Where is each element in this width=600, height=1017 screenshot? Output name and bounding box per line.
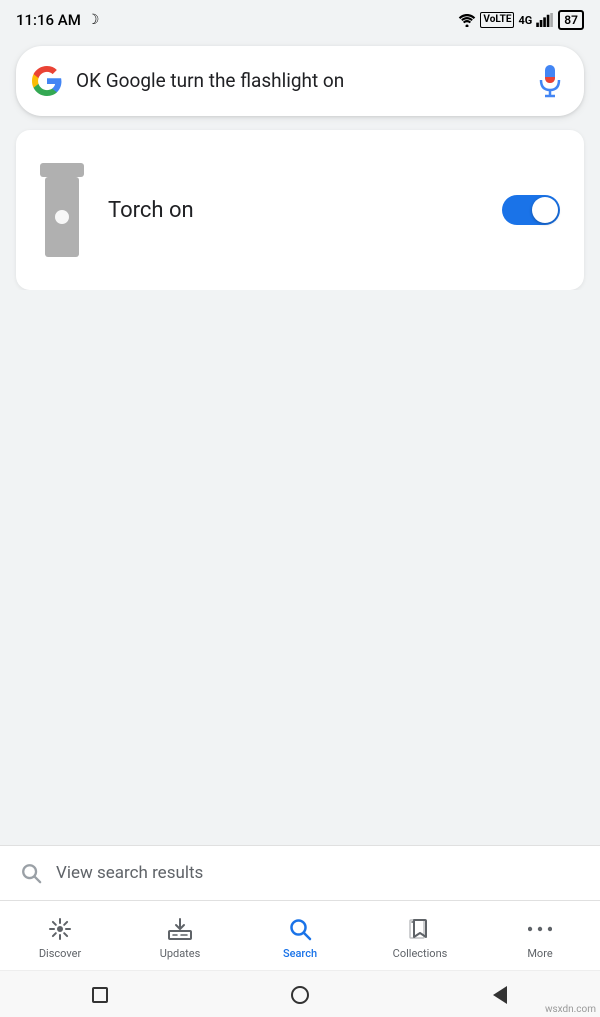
home-button[interactable] xyxy=(288,983,312,1007)
search-query: OK Google turn the flashlight on xyxy=(76,68,518,94)
nav-item-collections[interactable]: Collections xyxy=(360,911,480,964)
battery-icon: 87 xyxy=(558,10,584,30)
nav-label-discover: Discover xyxy=(39,947,81,960)
status-icons: VoLTE 4G 87 xyxy=(458,10,584,30)
more-dots-icon xyxy=(528,925,552,933)
mic-icon xyxy=(536,63,564,99)
signal-icon xyxy=(536,13,554,27)
search-nav-icon xyxy=(288,915,312,943)
recent-apps-icon xyxy=(92,987,108,1003)
nav-label-collections: Collections xyxy=(393,947,448,960)
mic-button[interactable] xyxy=(532,63,568,99)
nav-item-search[interactable]: Search xyxy=(240,911,360,964)
home-icon xyxy=(291,986,309,1004)
updates-icon xyxy=(167,915,193,943)
volte-icon: VoLTE xyxy=(480,12,514,28)
torch-card: Torch on xyxy=(16,130,584,290)
network-icon: 4G xyxy=(518,14,532,27)
discover-icon xyxy=(48,915,72,943)
search-small-icon xyxy=(20,862,42,884)
torch-icon xyxy=(40,163,84,257)
search-bar[interactable]: OK Google turn the flashlight on xyxy=(16,46,584,116)
google-logo xyxy=(32,66,62,96)
toggle-track[interactable] xyxy=(502,195,560,225)
torch-label: Torch on xyxy=(108,198,478,223)
torch-top xyxy=(40,163,84,177)
search-bar-container: OK Google turn the flashlight on xyxy=(0,36,600,130)
recent-apps-button[interactable] xyxy=(88,983,112,1007)
nav-label-search: Search xyxy=(283,947,317,960)
search-nav-icon-svg xyxy=(288,917,312,941)
torch-body xyxy=(45,177,79,257)
updates-icon-svg xyxy=(167,917,193,941)
back-icon xyxy=(493,986,507,1004)
android-nav-bar xyxy=(0,970,600,1017)
bottom-navigation: Discover Updates xyxy=(0,900,600,970)
star-burst-icon xyxy=(48,917,72,941)
status-bar: 11:16 AM ☽ VoLTE 4G 87 xyxy=(0,0,600,36)
watermark: wsxdn.com xyxy=(545,1004,596,1015)
nav-item-updates[interactable]: Updates xyxy=(120,911,240,964)
torch-card-container: Torch on xyxy=(0,130,600,290)
time-display: 11:16 AM xyxy=(16,11,81,29)
torch-lens xyxy=(55,210,69,224)
collections-icon-svg xyxy=(408,917,432,941)
status-time: 11:16 AM ☽ xyxy=(16,11,99,29)
main-content: OK Google turn the flashlight on xyxy=(0,36,600,1017)
nav-label-more: More xyxy=(527,947,552,960)
nav-item-more[interactable]: More xyxy=(480,911,600,964)
view-search-text: View search results xyxy=(56,863,203,883)
view-search-bar[interactable]: View search results xyxy=(0,845,600,900)
content-spacer xyxy=(0,290,600,845)
battery-level: 87 xyxy=(564,13,578,27)
moon-icon: ☽ xyxy=(87,12,100,28)
torch-toggle[interactable] xyxy=(502,195,560,225)
collections-icon xyxy=(408,915,432,943)
wifi-icon xyxy=(458,13,476,27)
back-button[interactable] xyxy=(488,983,512,1007)
more-icon xyxy=(528,915,552,943)
toggle-thumb xyxy=(532,197,558,223)
nav-label-updates: Updates xyxy=(160,947,201,960)
nav-item-discover[interactable]: Discover xyxy=(0,911,120,964)
